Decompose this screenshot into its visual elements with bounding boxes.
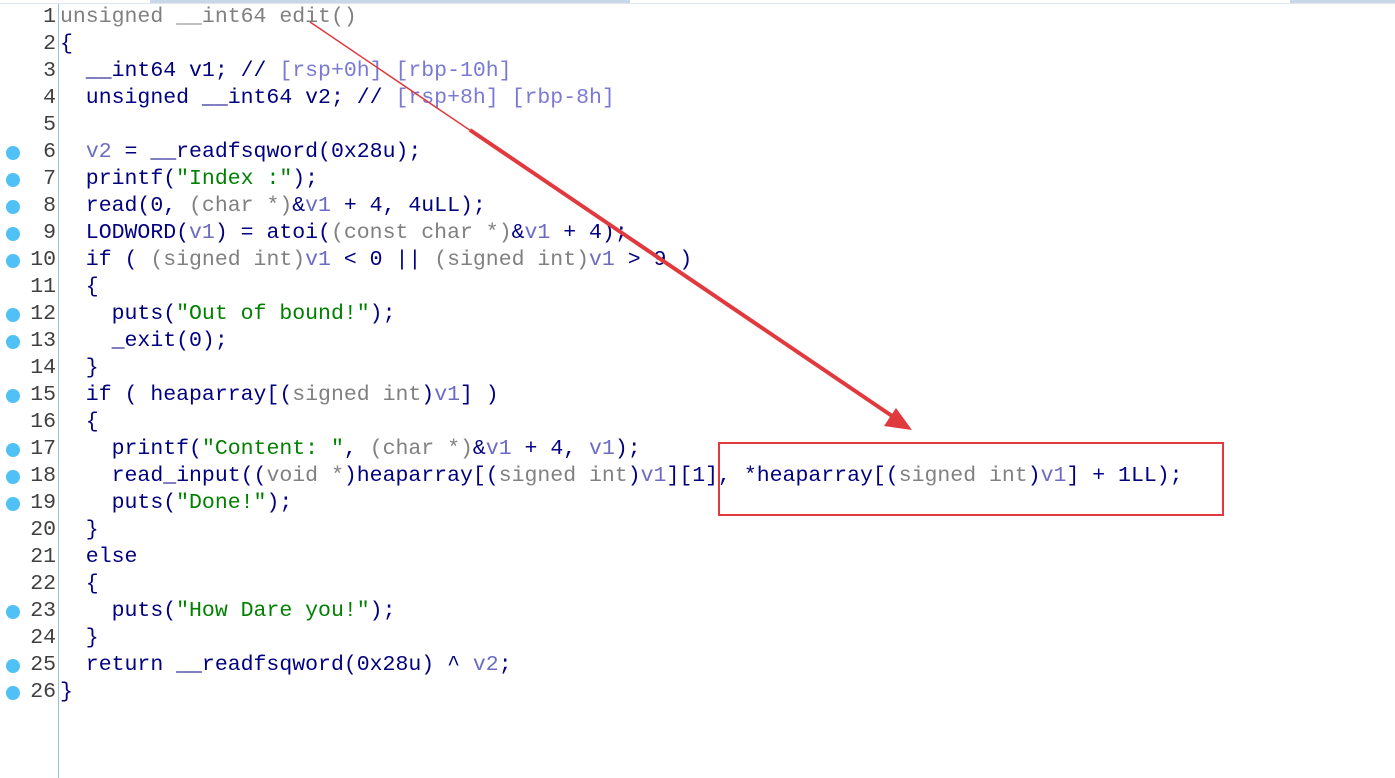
annotation-arrow	[309, 21, 912, 430]
arrow-line-thick	[468, 128, 897, 420]
